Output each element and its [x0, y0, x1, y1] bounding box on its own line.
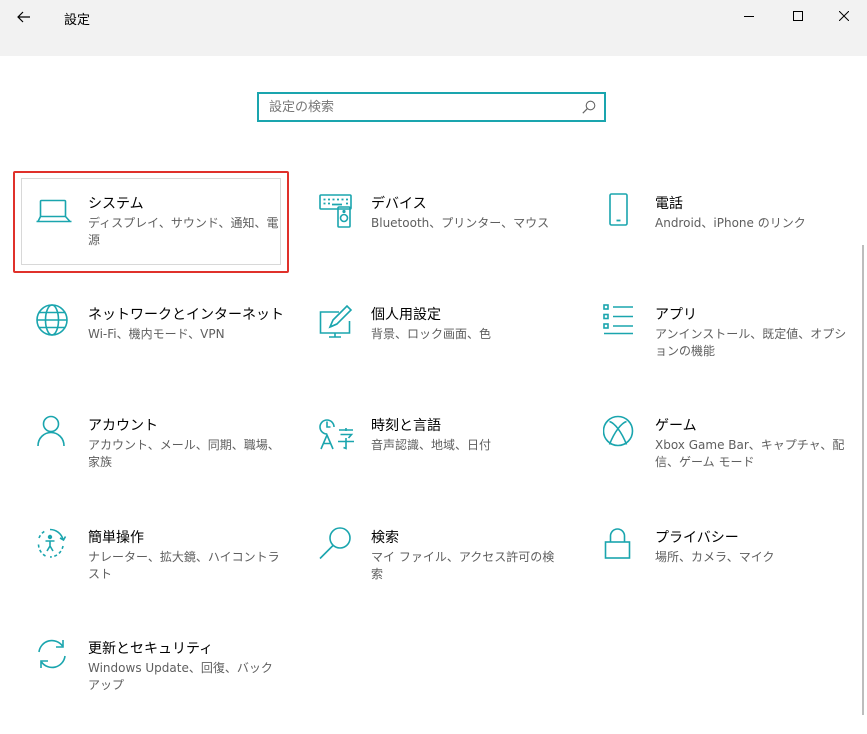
maximize-button[interactable] — [775, 0, 821, 32]
apps-list-icon — [603, 304, 639, 340]
category-description: Xbox Game Bar、キャプチャ、配信、ゲーム モード — [655, 438, 845, 469]
category-description: Windows Update、回復、バックアップ — [88, 661, 273, 692]
category-network-internet[interactable]: ネットワークとインターネット Wi-Fi、機内モード、VPN — [36, 304, 306, 394]
category-title: ゲーム — [655, 418, 697, 434]
close-icon — [839, 11, 849, 21]
maximize-icon — [793, 11, 803, 21]
minimize-button[interactable] — [726, 0, 772, 32]
settings-search-box[interactable] — [257, 92, 606, 122]
sync-icon — [36, 638, 72, 674]
category-time-language[interactable]: 時刻と言語 音声認識、地域、日付 — [319, 415, 589, 505]
search-icon — [319, 527, 355, 563]
category-description: 背景、ロック画面、色 — [371, 327, 492, 341]
category-title: アプリ — [655, 307, 697, 323]
person-icon — [36, 415, 72, 451]
lock-icon — [603, 527, 639, 563]
category-title: プライバシー — [655, 530, 739, 546]
category-description: Android、iPhone のリンク — [655, 216, 806, 230]
back-arrow-icon — [17, 11, 30, 23]
xbox-icon — [603, 415, 639, 451]
category-description: アンインストール、既定値、オプションの機能 — [655, 327, 847, 358]
category-phone[interactable]: 電話 Android、iPhone のリンク — [603, 193, 867, 283]
category-apps[interactable]: アプリ アンインストール、既定値、オプションの機能 — [603, 304, 867, 394]
category-description: ディスプレイ、サウンド、通知、電源 — [88, 216, 279, 247]
category-system[interactable]: システム ディスプレイ、サウンド、通知、電源 — [36, 193, 306, 283]
search-input[interactable] — [259, 94, 579, 120]
window-title: 設定 — [64, 13, 91, 28]
close-button[interactable] — [821, 0, 867, 32]
globe-icon — [36, 304, 72, 340]
category-update-security[interactable]: 更新とセキュリティ Windows Update、回復、バックアップ — [36, 638, 306, 728]
title-bar: 設定 — [0, 0, 867, 56]
category-title: アカウント — [88, 418, 158, 434]
laptop-icon — [36, 193, 72, 229]
phone-icon — [603, 193, 639, 229]
category-title: 時刻と言語 — [371, 418, 441, 434]
category-gaming[interactable]: ゲーム Xbox Game Bar、キャプチャ、配信、ゲーム モード — [603, 415, 867, 505]
minimize-icon — [744, 16, 754, 17]
category-title: 個人用設定 — [371, 307, 441, 323]
category-description: マイ ファイル、アクセス許可の検索 — [371, 550, 555, 581]
category-ease-of-access[interactable]: 簡単操作 ナレーター、拡大鏡、ハイコントラスト — [36, 527, 306, 617]
category-description: Wi-Fi、機内モード、VPN — [88, 327, 225, 341]
category-title: システム — [88, 196, 144, 212]
category-description: ナレーター、拡大鏡、ハイコントラスト — [88, 550, 280, 581]
time-language-icon — [319, 415, 355, 451]
category-privacy[interactable]: プライバシー 場所、カメラ、マイク — [603, 527, 867, 617]
category-description: 音声認識、地域、日付 — [371, 438, 492, 452]
category-search[interactable]: 検索 マイ ファイル、アクセス許可の検索 — [319, 527, 589, 617]
category-title: 検索 — [371, 530, 399, 546]
category-description: アカウント、メール、同期、職場、家族 — [88, 438, 280, 469]
category-title: 簡単操作 — [88, 530, 144, 546]
category-accounts[interactable]: アカウント アカウント、メール、同期、職場、家族 — [36, 415, 306, 505]
category-description: Bluetooth、プリンター、マウス — [371, 216, 550, 230]
keyboard-speaker-icon — [319, 193, 355, 229]
search-magnifier-icon[interactable] — [582, 100, 596, 114]
category-title: 更新とセキュリティ — [88, 641, 214, 657]
category-title: 電話 — [655, 196, 683, 212]
paint-icon — [319, 304, 355, 340]
category-personalization[interactable]: 個人用設定 背景、ロック画面、色 — [319, 304, 589, 394]
category-devices[interactable]: デバイス Bluetooth、プリンター、マウス — [319, 193, 589, 283]
ease-of-access-icon — [36, 527, 72, 563]
category-title: ネットワークとインターネット — [88, 307, 284, 323]
category-description: 場所、カメラ、マイク — [655, 550, 775, 564]
category-title: デバイス — [371, 196, 427, 212]
back-button[interactable] — [10, 4, 38, 30]
